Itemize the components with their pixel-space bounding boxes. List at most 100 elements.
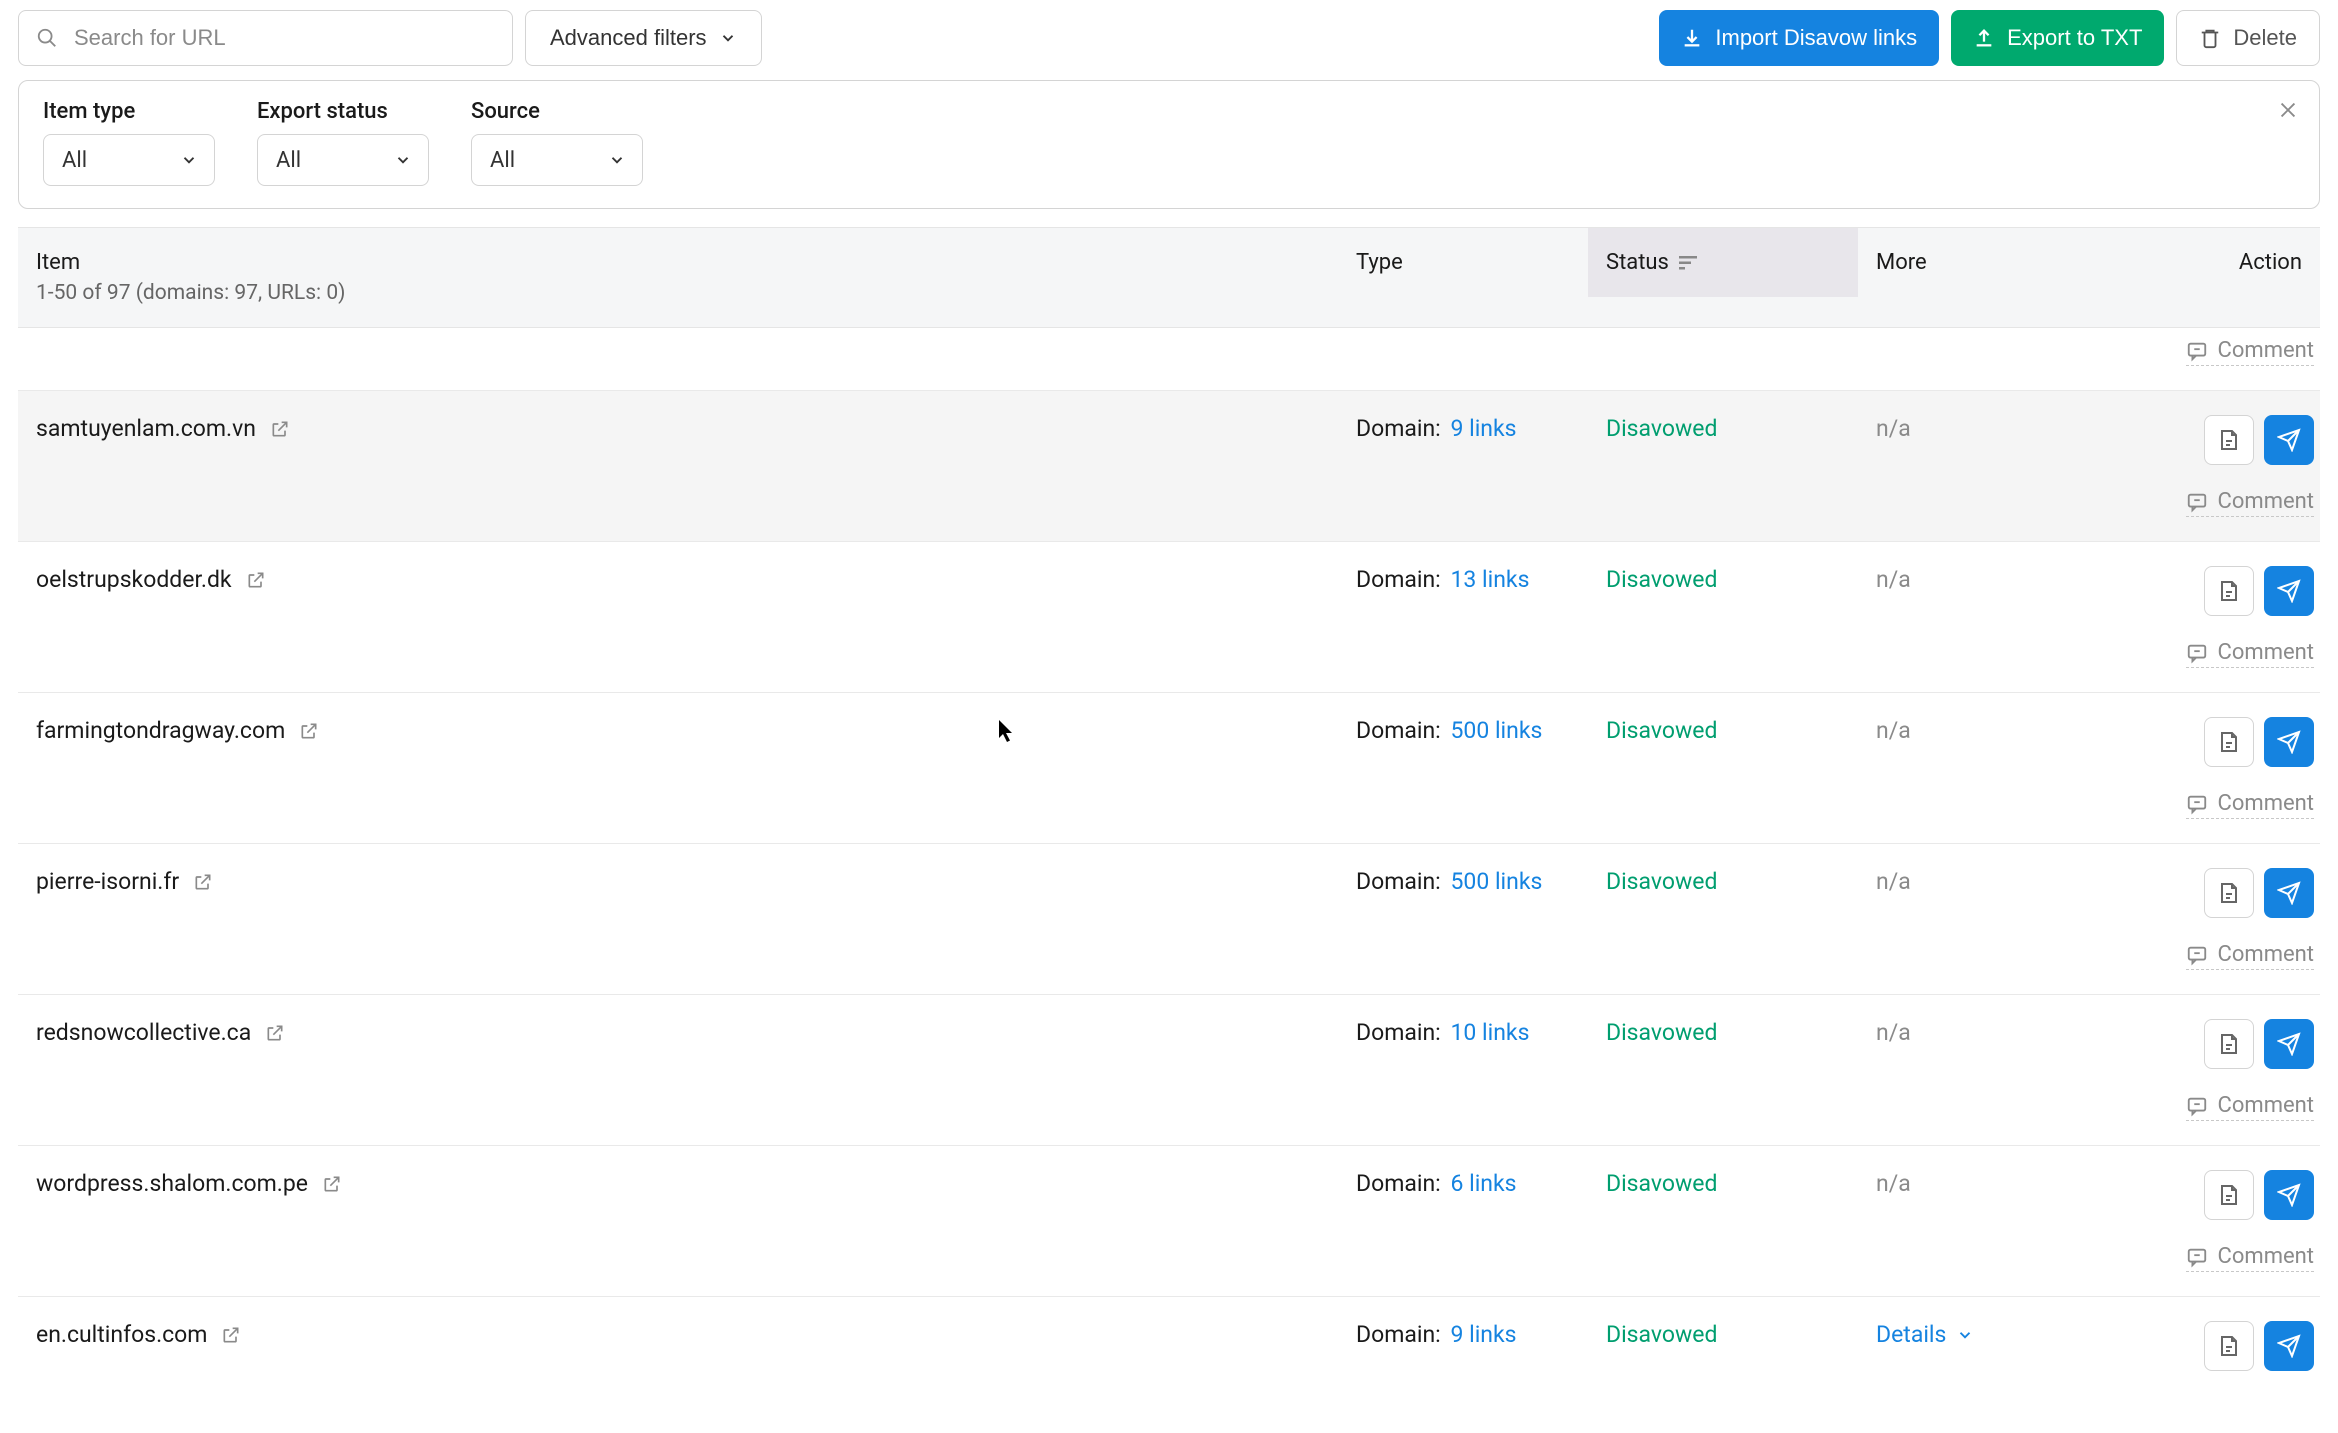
export-button[interactable]: Export to TXT bbox=[1951, 10, 2164, 66]
cell-action bbox=[2098, 995, 2320, 1093]
column-header-item[interactable]: Item 1-50 of 97 (domains: 97, URLs: 0) bbox=[18, 228, 1338, 327]
search-input[interactable] bbox=[18, 10, 513, 66]
cell-action bbox=[2098, 542, 2320, 640]
cell-item[interactable]: en.cultinfos.com bbox=[18, 1297, 1338, 1372]
more-text: n/a bbox=[1876, 717, 1911, 744]
comment-button[interactable]: Comment bbox=[2186, 791, 2314, 819]
external-link-icon[interactable] bbox=[270, 419, 290, 439]
more-text: n/a bbox=[1876, 1170, 1911, 1197]
cell-type: Domain: 10 links bbox=[1338, 995, 1588, 1070]
cell-item[interactable]: samtuyenlam.com.vn bbox=[18, 391, 1338, 466]
note-icon bbox=[2217, 1032, 2241, 1056]
filter-label: Item type bbox=[43, 99, 215, 124]
table-row: farmingtondragway.comDomain: 500 linksDi… bbox=[18, 693, 2320, 844]
type-prefix: Domain: bbox=[1356, 1170, 1441, 1197]
more-text: n/a bbox=[1876, 868, 1911, 895]
more-text: Details bbox=[1876, 1321, 1946, 1348]
note-button[interactable] bbox=[2204, 566, 2254, 616]
column-item-sub: 1-50 of 97 (domains: 97, URLs: 0) bbox=[36, 281, 1320, 305]
links-count[interactable]: 10 links bbox=[1450, 1019, 1529, 1046]
table-row: en.cultinfos.comDomain: 9 linksDisavowed… bbox=[18, 1297, 2320, 1395]
filter-select[interactable]: All bbox=[471, 134, 643, 186]
delete-label: Delete bbox=[2233, 25, 2297, 51]
column-header-more[interactable]: More bbox=[1858, 228, 2098, 297]
external-link-icon[interactable] bbox=[322, 1174, 342, 1194]
comment-button[interactable]: Comment bbox=[2186, 338, 2314, 366]
filter-select[interactable]: All bbox=[43, 134, 215, 186]
column-action-label: Action bbox=[2116, 250, 2302, 275]
note-icon bbox=[2217, 579, 2241, 603]
send-button[interactable] bbox=[2264, 1321, 2314, 1371]
external-link-icon[interactable] bbox=[193, 872, 213, 892]
comment-label: Comment bbox=[2218, 338, 2314, 363]
import-label: Import Disavow links bbox=[1715, 25, 1917, 51]
column-header-type[interactable]: Type bbox=[1338, 228, 1588, 297]
filter-label: Export status bbox=[257, 99, 429, 124]
links-count[interactable]: 500 links bbox=[1450, 717, 1542, 744]
links-count[interactable]: 9 links bbox=[1450, 1321, 1516, 1348]
cell-item[interactable]: oelstrupskodder.dk bbox=[18, 542, 1338, 617]
domain-text: farmingtondragway.com bbox=[36, 717, 285, 744]
send-icon bbox=[2277, 730, 2301, 754]
send-button[interactable] bbox=[2264, 415, 2314, 465]
delete-button[interactable]: Delete bbox=[2176, 10, 2320, 66]
send-button[interactable] bbox=[2264, 868, 2314, 918]
note-button[interactable] bbox=[2204, 1321, 2254, 1371]
cell-action bbox=[2098, 693, 2320, 791]
import-button[interactable]: Import Disavow links bbox=[1659, 10, 1939, 66]
send-button[interactable] bbox=[2264, 1170, 2314, 1220]
comment-label: Comment bbox=[2218, 1093, 2314, 1118]
note-button[interactable] bbox=[2204, 1170, 2254, 1220]
comment-label: Comment bbox=[2218, 489, 2314, 514]
comment-icon bbox=[2186, 642, 2208, 664]
send-icon bbox=[2277, 881, 2301, 905]
external-link-icon[interactable] bbox=[265, 1023, 285, 1043]
note-button[interactable] bbox=[2204, 717, 2254, 767]
external-link-icon[interactable] bbox=[299, 721, 319, 741]
filter-select[interactable]: All bbox=[257, 134, 429, 186]
send-icon bbox=[2277, 579, 2301, 603]
links-count[interactable]: 6 links bbox=[1450, 1170, 1516, 1197]
note-button[interactable] bbox=[2204, 868, 2254, 918]
chevron-down-icon bbox=[394, 151, 412, 169]
comment-button[interactable]: Comment bbox=[2186, 1093, 2314, 1121]
links-count[interactable]: 9 links bbox=[1450, 415, 1516, 442]
domain-text: en.cultinfos.com bbox=[36, 1321, 207, 1348]
cell-item[interactable]: redsnowcollective.ca bbox=[18, 995, 1338, 1070]
send-button[interactable] bbox=[2264, 1019, 2314, 1069]
advanced-filters-button[interactable]: Advanced filters bbox=[525, 10, 762, 66]
cell-item[interactable]: pierre-isorni.fr bbox=[18, 844, 1338, 919]
cell-more[interactable]: Details bbox=[1858, 1297, 2098, 1372]
more-text: n/a bbox=[1876, 415, 1911, 442]
comment-icon bbox=[2186, 340, 2208, 362]
comment-button[interactable]: Comment bbox=[2186, 942, 2314, 970]
external-link-icon[interactable] bbox=[221, 1325, 241, 1345]
cell-action bbox=[2098, 844, 2320, 942]
column-item-label: Item bbox=[36, 250, 1320, 275]
cell-status: Disavowed bbox=[1588, 1146, 1858, 1221]
type-prefix: Domain: bbox=[1356, 415, 1441, 442]
cell-type: Domain: 9 links bbox=[1338, 1297, 1588, 1372]
send-button[interactable] bbox=[2264, 717, 2314, 767]
column-more-label: More bbox=[1876, 250, 2080, 275]
external-link-icon[interactable] bbox=[246, 570, 266, 590]
chevron-down-icon bbox=[719, 29, 737, 47]
chevron-down-icon bbox=[1956, 1326, 1974, 1344]
cell-item[interactable]: wordpress.shalom.com.pe bbox=[18, 1146, 1338, 1221]
mouse-cursor bbox=[999, 720, 1015, 744]
cell-item[interactable]: farmingtondragway.com bbox=[18, 693, 1338, 768]
note-button[interactable] bbox=[2204, 1019, 2254, 1069]
comment-button[interactable]: Comment bbox=[2186, 1244, 2314, 1272]
close-icon[interactable] bbox=[2277, 99, 2299, 121]
cell-more: n/a bbox=[1858, 1146, 2098, 1221]
note-button[interactable] bbox=[2204, 415, 2254, 465]
comment-button[interactable]: Comment bbox=[2186, 640, 2314, 668]
column-status-label: Status bbox=[1606, 250, 1669, 275]
column-header-status[interactable]: Status bbox=[1588, 228, 1858, 297]
comment-button[interactable]: Comment bbox=[2186, 489, 2314, 517]
send-button[interactable] bbox=[2264, 566, 2314, 616]
links-count[interactable]: 500 links bbox=[1450, 868, 1542, 895]
comment-label: Comment bbox=[2218, 791, 2314, 816]
links-count[interactable]: 13 links bbox=[1450, 566, 1529, 593]
cell-action bbox=[2098, 1297, 2320, 1395]
